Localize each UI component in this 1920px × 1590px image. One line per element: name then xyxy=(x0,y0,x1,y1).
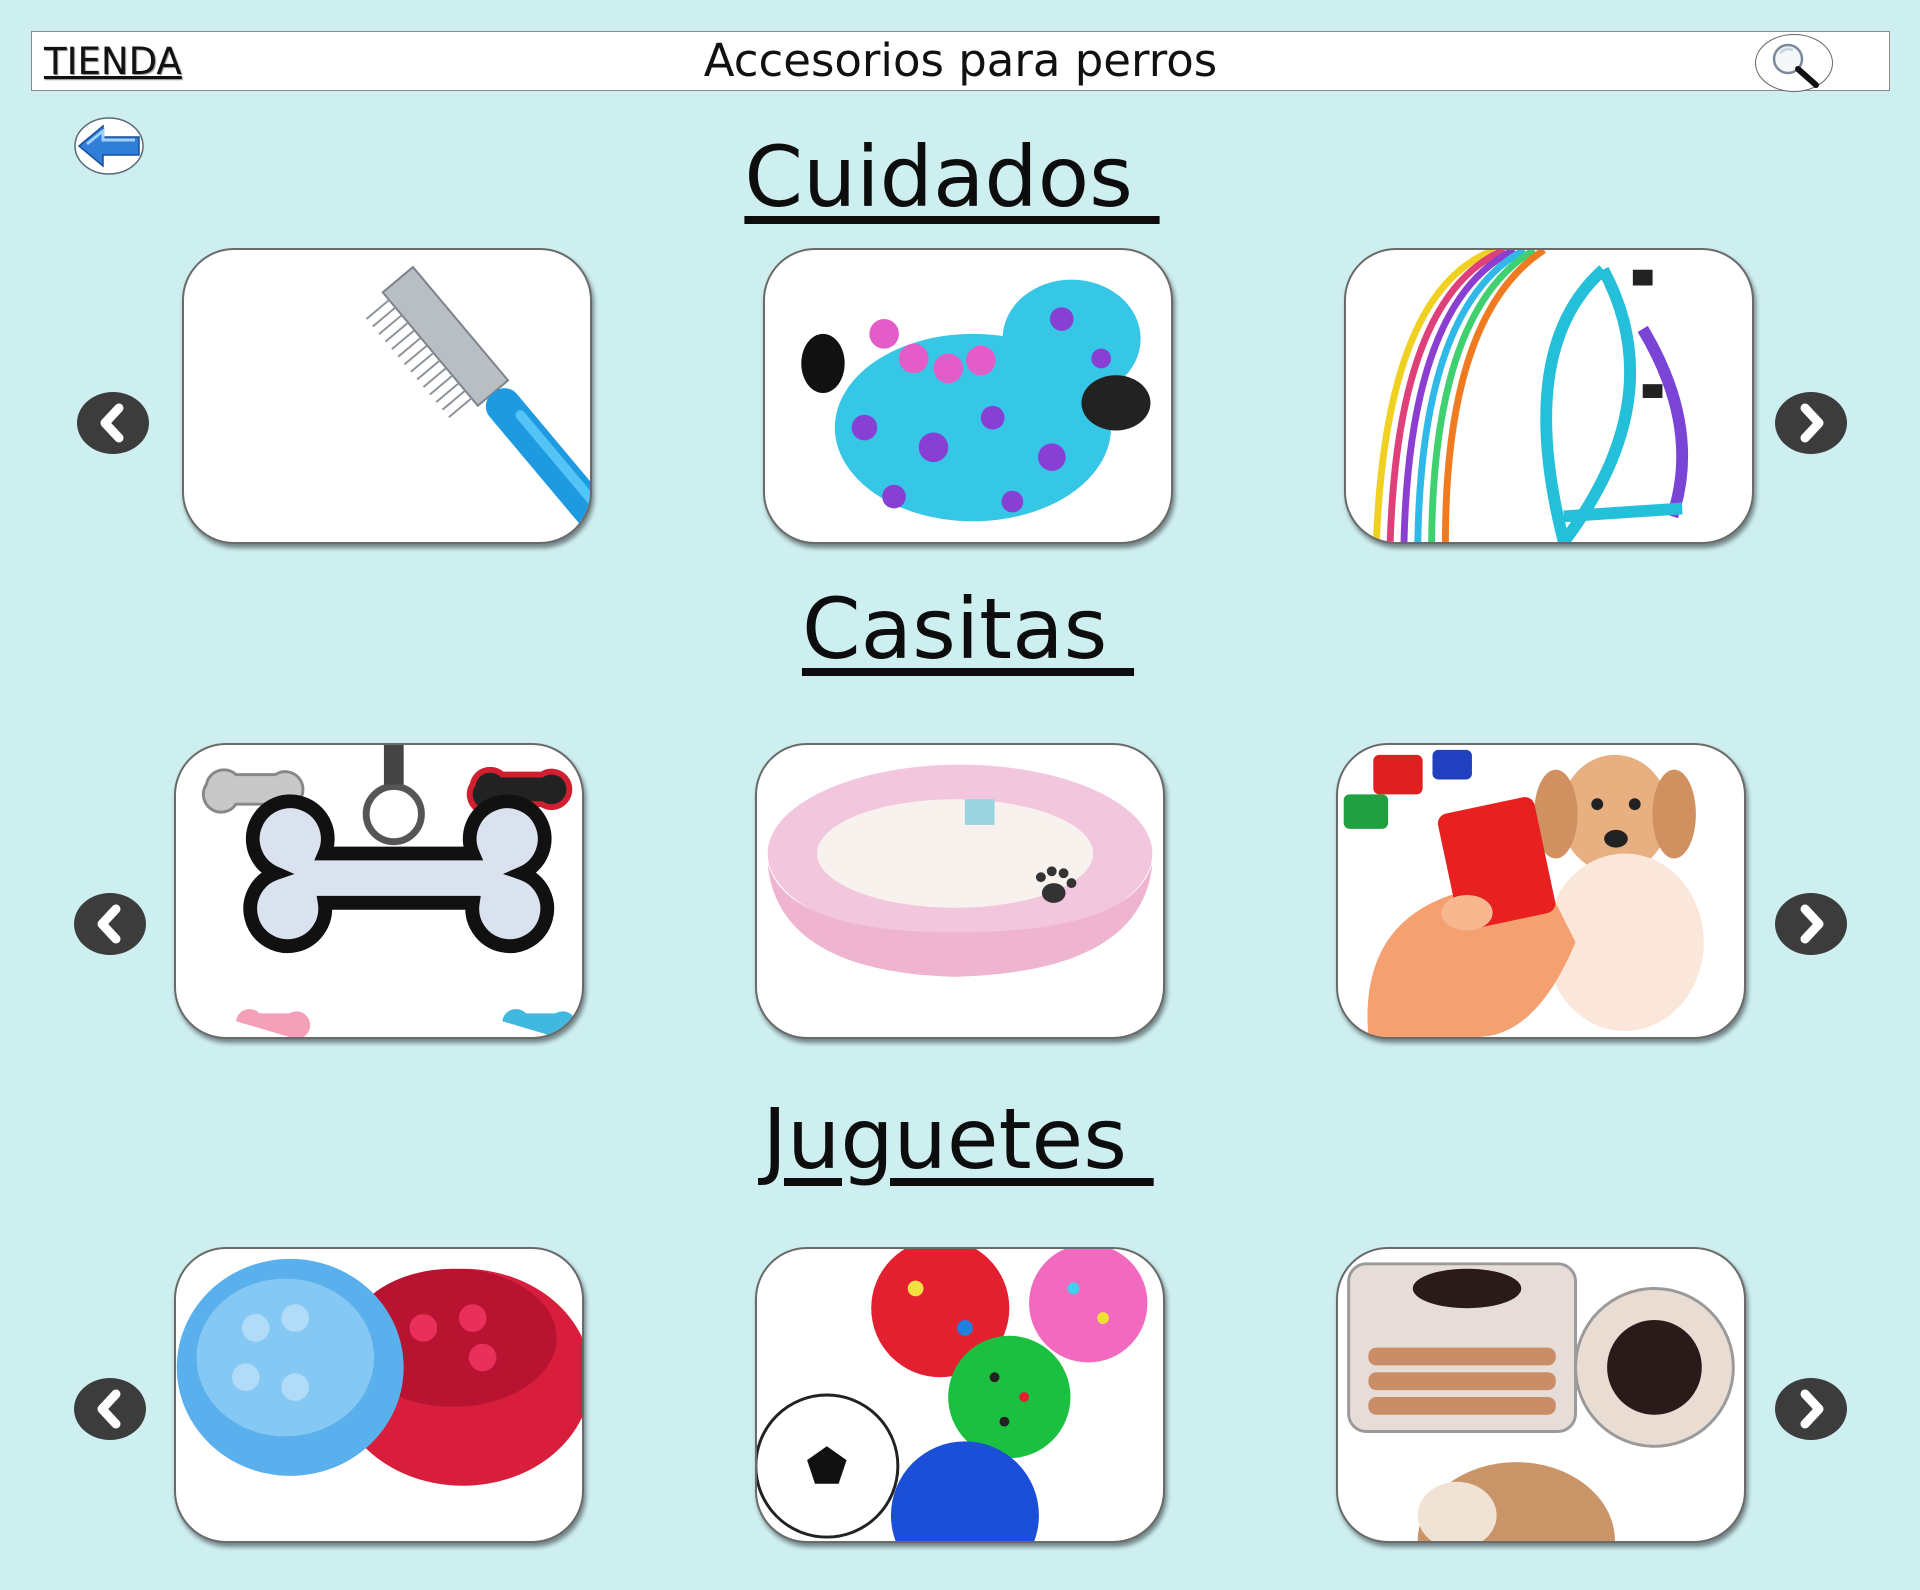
product-card-toy-balls[interactable] xyxy=(755,1247,1165,1543)
product-card-dog-treats[interactable] xyxy=(1336,1247,1746,1543)
product-card-harness[interactable] xyxy=(1344,248,1754,544)
carousel-prev-button[interactable] xyxy=(77,392,149,454)
carousel-next-button[interactable] xyxy=(1775,893,1847,955)
chevron-right-icon xyxy=(1800,1389,1824,1429)
carousel-prev-button[interactable] xyxy=(74,893,146,955)
product-card-pink-bed[interactable] xyxy=(755,743,1165,1039)
chevron-left-icon xyxy=(97,1389,121,1429)
toy-balls-image xyxy=(757,1249,1148,1541)
product-card-costume[interactable] xyxy=(763,248,1173,544)
chevron-left-icon xyxy=(100,403,124,443)
chevron-right-icon xyxy=(1800,904,1824,944)
top-bar: TIENDA Accesorios para perros xyxy=(31,31,1890,92)
dog-treats-image xyxy=(1347,1262,1735,1541)
product-card-feeder-bowls[interactable] xyxy=(174,1247,584,1543)
section-title-juguetes: Juguetes xyxy=(762,1090,1154,1188)
product-card-comb[interactable] xyxy=(182,248,592,544)
carousel-next-button[interactable] xyxy=(1775,392,1847,454)
product-card-bone-tags[interactable] xyxy=(174,743,584,1039)
magnifier-icon xyxy=(1772,43,1819,88)
product-card-clicker[interactable] xyxy=(1336,743,1746,1039)
harness-image xyxy=(1372,250,1689,542)
chevron-left-icon xyxy=(97,904,121,944)
bone-tags-image xyxy=(201,745,577,1037)
section-title-casitas: Casitas xyxy=(801,580,1135,678)
page-title: Accesorios para perros xyxy=(703,34,1218,87)
carousel-prev-button[interactable] xyxy=(74,1378,146,1440)
pink-bed-image xyxy=(767,764,1153,977)
search-button[interactable] xyxy=(1755,34,1833,92)
comb-image xyxy=(365,265,590,542)
costume-image xyxy=(801,279,1151,522)
section-title-cuidados: Cuidados xyxy=(744,128,1160,226)
chevron-right-icon xyxy=(1800,403,1824,443)
clicker-puppy-image xyxy=(1343,749,1704,1037)
carousel-next-button[interactable] xyxy=(1775,1378,1847,1440)
feeder-bowls-image xyxy=(176,1258,582,1486)
